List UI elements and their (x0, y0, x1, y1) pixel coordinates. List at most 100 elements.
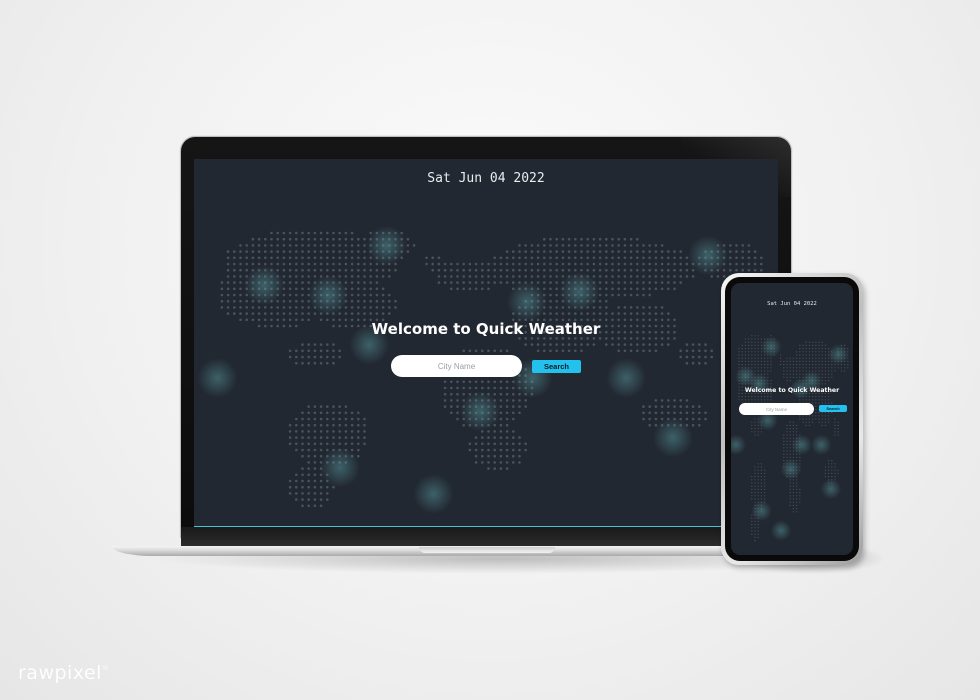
map-dot (738, 348, 740, 350)
map-dot (326, 411, 329, 415)
search-button[interactable]: Search (819, 405, 847, 412)
city-search-input[interactable] (391, 355, 522, 377)
map-dot (808, 344, 810, 346)
map-dot (555, 299, 558, 303)
map-dot (751, 530, 753, 532)
map-dot (691, 417, 695, 421)
map-dot (350, 448, 354, 452)
map-dot (350, 237, 354, 241)
map-dot (549, 306, 552, 309)
map-dot (481, 275, 484, 278)
map-dot (741, 351, 743, 353)
map-dot (505, 281, 509, 284)
map-dot (828, 399, 830, 401)
map-dot (623, 275, 627, 278)
map-dot (679, 256, 682, 260)
map-dot (326, 423, 329, 427)
map-dot (332, 244, 335, 247)
map-dot (818, 421, 820, 423)
map-dot (375, 312, 379, 315)
map-dot (834, 424, 836, 426)
map-dot (821, 399, 823, 401)
map-dot (474, 448, 478, 452)
map-dot (313, 442, 317, 446)
search-button[interactable]: Search (532, 360, 581, 373)
map-dot (757, 498, 759, 500)
map-dot (837, 421, 839, 423)
map-dot (764, 479, 766, 481)
map-dot (760, 357, 762, 359)
map-dot (233, 312, 236, 315)
map-dot (301, 417, 304, 421)
city-search-input[interactable] (739, 403, 814, 415)
map-dot (549, 281, 552, 284)
map-dot (276, 262, 279, 266)
map-dot (605, 237, 608, 241)
map-dot (394, 306, 397, 309)
map-dot (837, 472, 839, 474)
map-dot (667, 312, 670, 315)
map-dot (394, 268, 397, 272)
map-dot (301, 454, 304, 458)
map-dot (760, 396, 762, 398)
map-dot (549, 343, 552, 346)
map-dot (605, 306, 608, 309)
map-dot (685, 275, 689, 278)
map-dot (505, 461, 509, 464)
map-dot (512, 448, 515, 452)
map-dot (239, 244, 242, 247)
map-dot (691, 349, 695, 353)
map-dot (617, 343, 620, 346)
map-dot (757, 338, 759, 340)
map-dot (704, 411, 707, 415)
map-dot (332, 405, 335, 408)
map-dot (796, 373, 798, 375)
map-dot (474, 436, 478, 439)
device-mockup-scene: Sat Jun 04 2022 Welcome to Quick Weather… (0, 0, 980, 700)
map-dot (617, 256, 620, 260)
map-dot (487, 442, 490, 446)
map-dot (549, 256, 552, 260)
map-dot (828, 376, 830, 378)
map-dot (245, 306, 248, 309)
laptop-chin (181, 527, 791, 547)
map-dot (350, 411, 354, 415)
map-dot (828, 373, 830, 375)
map-dot (754, 501, 756, 503)
map-dot (754, 485, 756, 487)
map-dot (313, 498, 317, 501)
map-dot (332, 268, 335, 272)
map-dot (789, 488, 791, 490)
map-dot (789, 360, 791, 362)
map-dot (679, 411, 682, 415)
map-dot (505, 430, 509, 433)
map-dot (760, 360, 762, 362)
map-dot (586, 262, 589, 266)
map-dot (792, 428, 794, 430)
map-dot (512, 386, 515, 390)
map-dot (789, 428, 791, 430)
map-dot (760, 463, 762, 465)
map-dot (783, 370, 785, 372)
map-dot (468, 275, 472, 278)
map-dot (751, 527, 753, 529)
map-dot (617, 268, 620, 272)
map-dot (685, 256, 689, 260)
map-dot (350, 268, 354, 272)
map-dot (673, 399, 676, 402)
map-dot (636, 268, 639, 272)
map-dot (443, 281, 447, 284)
map-dot (815, 415, 817, 417)
map-dot (667, 281, 670, 284)
map-dot (642, 312, 645, 315)
map-dot (764, 396, 766, 398)
map-dot (561, 262, 565, 266)
map-dot (757, 351, 759, 353)
map-dot (239, 306, 242, 309)
map-dot (549, 299, 552, 303)
map-dot (679, 275, 682, 278)
map-dot (301, 436, 304, 439)
map-dot (704, 349, 707, 353)
map-dot (767, 373, 769, 375)
map-dot (301, 287, 304, 291)
